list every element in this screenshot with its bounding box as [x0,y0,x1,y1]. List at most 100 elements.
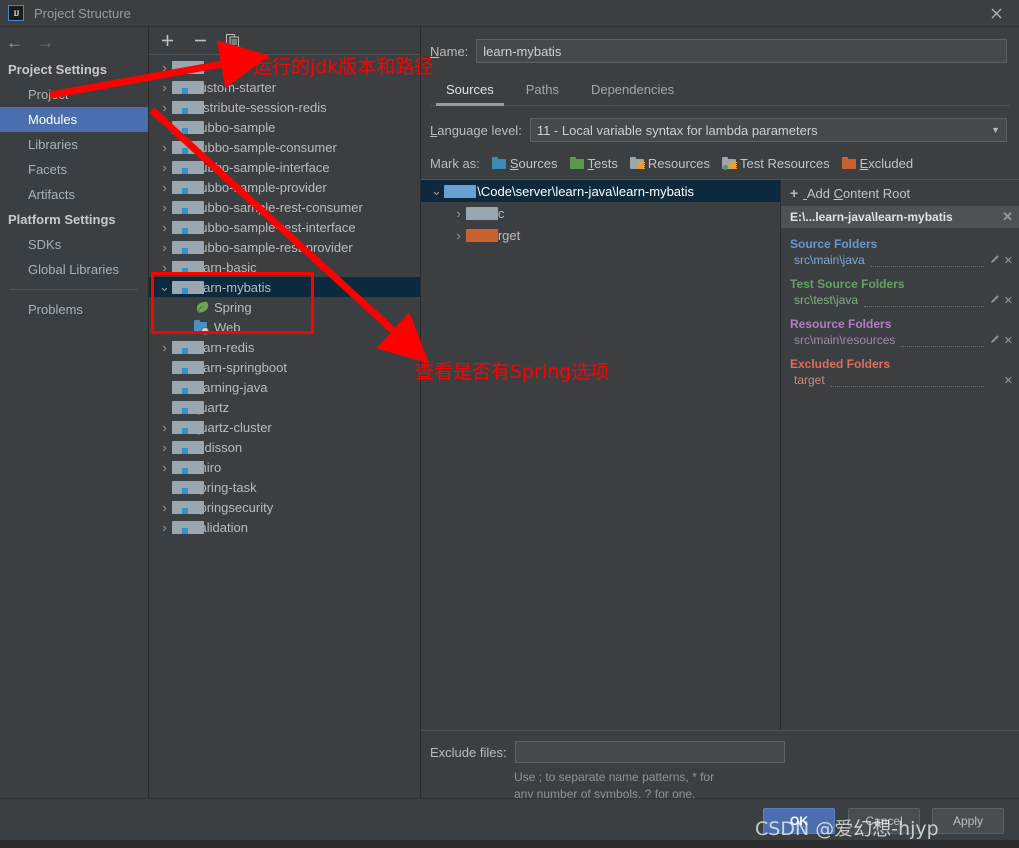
sidebar-item-modules[interactable]: Modules [0,107,148,132]
module-tree-label: dubbo-sample-interface [193,159,330,175]
content-root-tree-row[interactable]: ⌄ E:\Code\server\learn-java\learn-mybatis [421,180,780,202]
module-tree-row[interactable]: › learn-redis [149,337,420,357]
edit-pencil-icon[interactable] [990,334,1000,347]
remove-folder-icon[interactable]: ✕ [1004,254,1013,267]
chevron-right-icon[interactable]: › [451,206,466,221]
module-tree-row[interactable]: › redisson [149,437,420,457]
tab-sources[interactable]: Sources [430,77,510,106]
module-tree-row[interactable]: spring-task [149,477,420,497]
edit-pencil-icon[interactable] [990,254,1000,267]
ok-button[interactable]: OK [763,808,835,834]
module-tree-row[interactable]: quartz [149,397,420,417]
copy-module-icon[interactable] [225,33,241,49]
module-tree-row[interactable]: › distribute-session-redis [149,97,420,117]
close-icon[interactable] [973,0,1019,27]
module-tree-row[interactable]: › springsecurity [149,497,420,517]
folder-entry[interactable]: src\main\resources ✕ [781,332,1019,348]
module-tree-label: springsecurity [193,499,274,515]
modules-tree[interactable]: › › custom-starter › distribute-session-redi… [149,55,420,537]
chevron-right-icon[interactable]: › [157,140,172,155]
add-content-root-button[interactable]: + Add Content Root [781,180,1019,206]
mark-as-test-resources-button[interactable]: Test Resources [722,156,830,171]
exclude-files-input[interactable] [514,741,785,763]
back-arrow-icon[interactable]: ← [6,34,23,51]
chevron-down-icon[interactable]: ⌄ [429,184,444,197]
sources-folder-icon [491,157,507,170]
edit-pencil-icon[interactable] [990,294,1000,307]
chevron-right-icon[interactable]: › [157,240,172,255]
folder-entry[interactable]: src\test\java ✕ [781,292,1019,308]
chevron-right-icon[interactable]: › [157,180,172,195]
folder-group-title-excluded: Excluded Folders [790,357,891,371]
chevron-down-icon[interactable]: ⌄ [157,280,172,293]
module-tree-row[interactable]: › custom-starter [149,77,420,97]
tab-paths[interactable]: Paths [510,77,575,105]
module-tree-row[interactable]: learn-springboot [149,357,420,377]
chevron-right-icon[interactable]: › [157,100,172,115]
remove-folder-icon[interactable]: ✕ [1004,334,1013,347]
chevron-right-icon[interactable]: › [157,220,172,235]
module-tree-row[interactable]: › quartz-cluster [149,417,420,437]
sidebar-item-global-libraries[interactable]: Global Libraries [0,257,148,282]
module-tree-row[interactable]: › dubbo-sample-rest-interface [149,217,420,237]
mark-as-resources-button[interactable]: Resources [629,156,710,171]
module-tree-row[interactable]: › learn-basic [149,257,420,277]
chevron-right-icon[interactable]: › [157,500,172,515]
mark-as-sources-button[interactable]: Sources [491,156,558,171]
remove-folder-icon[interactable]: ✕ [1004,374,1013,387]
mark-as-tests-button[interactable]: Tests [569,156,618,171]
module-tree-row[interactable]: › dubbo-sample-consumer [149,137,420,157]
module-tree-row[interactable]: › [149,57,420,77]
module-tree-row[interactable]: › dubbo-sample-provider [149,177,420,197]
chevron-right-icon[interactable]: › [157,160,172,175]
remove-module-icon[interactable] [192,33,208,49]
sidebar-item-sdks[interactable]: SDKs [0,232,148,257]
module-tree-row[interactable]: › dubbo-sample-rest-consumer [149,197,420,217]
module-tree-row[interactable]: Web [149,317,420,337]
module-tree-row[interactable]: › validation [149,517,420,537]
mark-as-excluded-button[interactable]: Excluded [841,156,913,171]
tab-dependencies[interactable]: Dependencies [575,77,690,105]
sidebar-divider [10,289,138,290]
module-tree-row[interactable]: › dubbo-sample-rest-provider [149,237,420,257]
module-tree-row[interactable]: ⌄ learn-mybatis [149,277,420,297]
module-tree-row[interactable]: learning-java [149,377,420,397]
module-tree-row[interactable]: › shiro [149,457,420,477]
content-root-path: E:\...learn-java\learn-mybatis [790,210,953,224]
chevron-right-icon[interactable]: › [157,420,172,435]
sidebar-item-artifacts[interactable]: Artifacts [0,182,148,207]
cancel-button[interactable]: Cancel [848,808,920,834]
forward-arrow-icon[interactable]: → [37,34,54,51]
folder-icon [444,184,476,198]
sidebar-item-libraries[interactable]: Libraries [0,132,148,157]
exclude-files-hint: Use ; to separate name patterns, * for a… [514,770,715,801]
sidebar-group-project-settings: Project Settings [8,62,107,77]
module-tree-row[interactable]: › dubbo-sample-interface [149,157,420,177]
module-tree-row[interactable]: Spring [149,297,420,317]
remove-folder-icon[interactable]: ✕ [1004,294,1013,307]
chevron-right-icon[interactable]: › [157,340,172,355]
content-root-tree-row[interactable]: › target [421,224,780,246]
sidebar-item-project[interactable]: Project [0,82,148,107]
add-module-icon[interactable] [159,33,175,49]
folder-entry[interactable]: target ✕ [781,372,1019,388]
chevron-right-icon[interactable]: › [157,260,172,275]
module-tree-label: dubbo-sample-rest-provider [193,239,353,255]
sidebar-item-facets[interactable]: Facets [0,157,148,182]
module-name-input[interactable] [476,39,1007,63]
content-roots-tree[interactable]: ⌄ E:\Code\server\learn-java\learn-mybatis… [421,179,781,730]
chevron-right-icon[interactable]: › [157,60,172,75]
sidebar-item-problems[interactable]: Problems [0,297,148,322]
content-root-tree-row[interactable]: ›src [421,202,780,224]
chevron-right-icon[interactable]: › [157,520,172,535]
remove-content-root-icon[interactable]: ✕ [1002,209,1013,225]
language-level-select[interactable]: 11 - Local variable syntax for lambda pa… [529,118,1007,142]
chevron-right-icon[interactable]: › [157,80,172,95]
chevron-right-icon[interactable]: › [157,440,172,455]
apply-button[interactable]: Apply [932,808,1004,834]
chevron-right-icon[interactable]: › [157,200,172,215]
chevron-right-icon[interactable]: › [451,228,466,243]
folder-entry[interactable]: src\main\java ✕ [781,252,1019,268]
module-tree-row[interactable]: dubbo-sample [149,117,420,137]
chevron-right-icon[interactable]: › [157,460,172,475]
